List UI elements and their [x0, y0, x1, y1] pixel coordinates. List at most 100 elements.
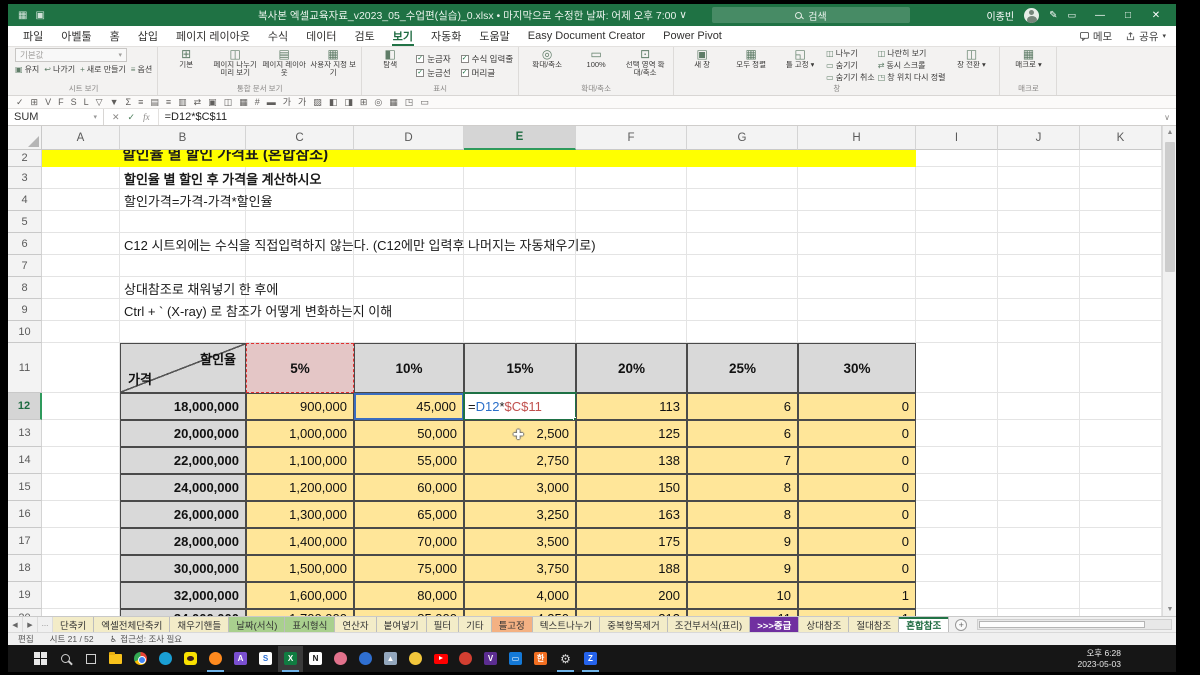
qat-icon-8[interactable]: Σ [125, 98, 131, 107]
cell-A14[interactable] [42, 447, 120, 474]
title-caret-icon[interactable]: ∨ [679, 9, 687, 21]
price-cell-B17[interactable]: 28,000,000 [120, 528, 246, 555]
sheet-view-select[interactable]: 기본값▾ [15, 48, 127, 62]
ribbon-button-숨기기 취소[interactable]: ▭숨기기 취소 [826, 72, 875, 83]
cell-J3[interactable] [998, 167, 1080, 189]
cell-A20[interactable] [42, 609, 120, 616]
search-input[interactable]: 검색 [712, 7, 910, 23]
column-header-B[interactable]: B [120, 126, 246, 150]
qat-icon-3[interactable]: F [58, 98, 64, 107]
row-header-14[interactable]: 14 [8, 447, 42, 474]
hancom-icon[interactable]: 한 [528, 646, 553, 672]
app-pink-icon[interactable] [328, 646, 353, 672]
ribbon-button-동시 스크롤[interactable]: ⇄동시 스크롤 [878, 60, 946, 71]
cell-F6[interactable] [576, 233, 687, 255]
ribbon-button-숨기기[interactable]: ▭숨기기 [826, 60, 875, 71]
cell-G3[interactable] [687, 167, 798, 189]
cell-A10[interactable] [42, 321, 120, 343]
value-cell-F12[interactable]: 113 [576, 393, 687, 420]
checkbox-수식 입력줄[interactable]: ✓수식 입력줄 [461, 53, 513, 65]
qat-icon-12[interactable]: ▥ [178, 98, 187, 107]
save-icon[interactable]: ▣ [35, 10, 44, 21]
cell-I6[interactable] [916, 233, 998, 255]
value-cell-F18[interactable]: 188 [576, 555, 687, 582]
sheet-tab-채우기핸들[interactable]: 채우기핸들 [170, 617, 229, 632]
value-cell-E13[interactable]: 2,500 [464, 420, 576, 447]
value-cell-G15[interactable]: 8 [687, 474, 798, 501]
pencil-icon[interactable]: ✎ [1049, 10, 1057, 21]
sheet-tab-틀고정[interactable]: 틀고정 [492, 617, 533, 632]
ribbon-button-탐색[interactable]: ◧탐색 [367, 48, 413, 69]
value-cell-H20[interactable]: 1 [798, 609, 916, 616]
fx-icon[interactable]: fx [143, 112, 150, 122]
value-cell-H15[interactable]: 0 [798, 474, 916, 501]
cell-F8[interactable] [576, 277, 687, 299]
cell-E8[interactable] [464, 277, 576, 299]
price-cell-B13[interactable]: 20,000,000 [120, 420, 246, 447]
menu-tab-Easy Document Creator[interactable]: Easy Document Creator [519, 26, 654, 46]
cell-J5[interactable] [998, 211, 1080, 233]
value-cell-F15[interactable]: 150 [576, 474, 687, 501]
menu-tab-데이터[interactable]: 데이터 [297, 26, 345, 46]
cell-K6[interactable] [1080, 233, 1162, 255]
cell-A13[interactable] [42, 420, 120, 447]
row-header-2[interactable]: 2 [8, 150, 42, 167]
name-box[interactable]: SUM ▾ [8, 109, 104, 125]
value-cell-F13[interactable]: 125 [576, 420, 687, 447]
ribbon-button-선택 영역 확대/축소[interactable]: ⊡선택 영역 확대/축소 [622, 48, 668, 78]
row-header-20[interactable]: 20 [8, 609, 42, 616]
row-header-19[interactable]: 19 [8, 582, 42, 609]
cell-I4[interactable] [916, 189, 998, 211]
cell-G6[interactable] [687, 233, 798, 255]
cell-E6[interactable] [464, 233, 576, 255]
value-cell-E17[interactable]: 3,500 [464, 528, 576, 555]
value-cell-C15[interactable]: 1,200,000 [246, 474, 354, 501]
cell-I9[interactable] [916, 299, 998, 321]
menu-tab-페이지 레이아웃[interactable]: 페이지 레이아웃 [167, 26, 259, 46]
cell-K19[interactable] [1080, 582, 1162, 609]
ribbon-button-유지[interactable]: ▣유지 [15, 64, 39, 75]
cell-D4[interactable] [354, 189, 464, 211]
ribbon-button-나누기[interactable]: ◫나누기 [826, 48, 875, 59]
value-cell-D18[interactable]: 75,000 [354, 555, 464, 582]
cell-K18[interactable] [1080, 555, 1162, 582]
cell-I19[interactable] [916, 582, 998, 609]
excel-icon[interactable]: X [278, 646, 303, 672]
row-header-16[interactable]: 16 [8, 501, 42, 528]
value-cell-H19[interactable]: 1 [798, 582, 916, 609]
value-cell-F20[interactable]: 213 [576, 609, 687, 616]
qat-icon-6[interactable]: ▽ [96, 98, 103, 107]
cell-A15[interactable] [42, 474, 120, 501]
cell-I3[interactable] [916, 167, 998, 189]
checkbox-머리글[interactable]: ✓머리글 [461, 67, 513, 79]
qat-icon-21[interactable]: ▨ [313, 98, 322, 107]
cell-F3[interactable] [576, 167, 687, 189]
edge-icon[interactable] [153, 646, 178, 672]
cell-A18[interactable] [42, 555, 120, 582]
row-header-17[interactable]: 17 [8, 528, 42, 555]
avatar[interactable] [1024, 8, 1039, 23]
cell-G8[interactable] [687, 277, 798, 299]
row-header-18[interactable]: 18 [8, 555, 42, 582]
ribbon-button-사용자 지정 보기[interactable]: ▦사용자 지정 보기 [310, 48, 356, 78]
qat-icon-15[interactable]: ◫ [224, 98, 233, 107]
cell-B6[interactable] [120, 233, 246, 255]
row-header-9[interactable]: 9 [8, 299, 42, 321]
cell-K7[interactable] [1080, 255, 1162, 277]
add-sheet-button[interactable]: + [955, 619, 967, 631]
close-button[interactable]: ✕ [1142, 4, 1170, 26]
value-cell-H14[interactable]: 0 [798, 447, 916, 474]
cell-I5[interactable] [916, 211, 998, 233]
cell-K20[interactable] [1080, 609, 1162, 616]
price-cell-B12[interactable]: 18,000,000 [120, 393, 246, 420]
cell-C5[interactable] [246, 211, 354, 233]
column-header-D[interactable]: D [354, 126, 464, 150]
cell-A11[interactable] [42, 343, 120, 393]
sheet-nav-more-icon[interactable]: … [38, 617, 53, 632]
rate-header-30%[interactable]: 30% [798, 343, 916, 393]
cell-I10[interactable] [916, 321, 998, 343]
cell-A4[interactable] [42, 189, 120, 211]
sheet-tab-혼합참조[interactable]: 혼합참조 [899, 617, 949, 632]
cell-B5[interactable] [120, 211, 246, 233]
ribbon-button-창 위치 다시 정렬[interactable]: ◳창 위치 다시 정렬 [878, 72, 946, 83]
